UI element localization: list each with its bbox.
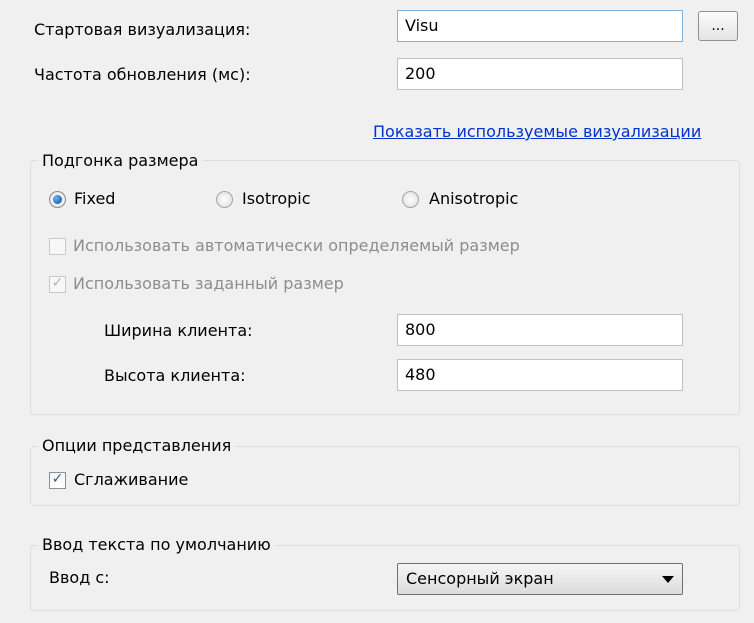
start-visu-field[interactable]: Visu — [397, 10, 683, 42]
input-with-dropdown-value: Сенсорный экран — [406, 569, 554, 588]
client-height-label: Высота клиента: — [104, 366, 246, 385]
client-width-label: Ширина клиента: — [104, 321, 253, 340]
auto-size-label: Использовать автоматически определяемый … — [73, 236, 520, 255]
client-height-field[interactable]: 480 — [397, 359, 683, 391]
radio-fixed-label: Fixed — [74, 189, 116, 208]
input-with-label: Ввод с: — [49, 568, 110, 587]
client-width-field[interactable]: 800 — [397, 314, 683, 346]
show-used-visus-link[interactable]: Показать используемые визуализации — [373, 122, 701, 142]
radio-selected-dot — [53, 195, 62, 204]
browse-button[interactable]: ... — [698, 11, 738, 41]
radio-isotropic-label: Isotropic — [242, 189, 311, 208]
scaling-group-label: Подгонка размера — [38, 151, 203, 171]
radio-fixed[interactable] — [49, 191, 66, 208]
presentation-group-label: Опции представления — [38, 436, 236, 456]
radio-anisotropic-label: Anisotropic — [429, 189, 519, 208]
dropdown-arrow-icon — [662, 576, 674, 583]
start-visu-label: Стартовая визуализация: — [34, 20, 251, 39]
radio-isotropic[interactable] — [216, 191, 233, 208]
update-rate-label: Частота обновления (мс): — [34, 65, 251, 84]
radio-anisotropic[interactable] — [402, 191, 419, 208]
use-specified-size-label: Использовать заданный размер — [73, 274, 344, 293]
text-input-group-label: Ввод текста по умолчанию — [38, 535, 275, 555]
antialiasing-checkbox[interactable]: ✓ — [49, 471, 66, 489]
checkmark-icon: ✓ — [51, 471, 64, 487]
checkmark-icon: ✓ — [51, 275, 64, 291]
input-with-dropdown[interactable]: Сенсорный экран — [397, 563, 683, 595]
antialiasing-label: Сглаживание — [74, 470, 189, 489]
auto-size-checkbox[interactable] — [49, 238, 66, 255]
update-rate-field[interactable]: 200 — [397, 58, 683, 90]
use-specified-size-checkbox[interactable]: ✓ — [49, 275, 66, 293]
